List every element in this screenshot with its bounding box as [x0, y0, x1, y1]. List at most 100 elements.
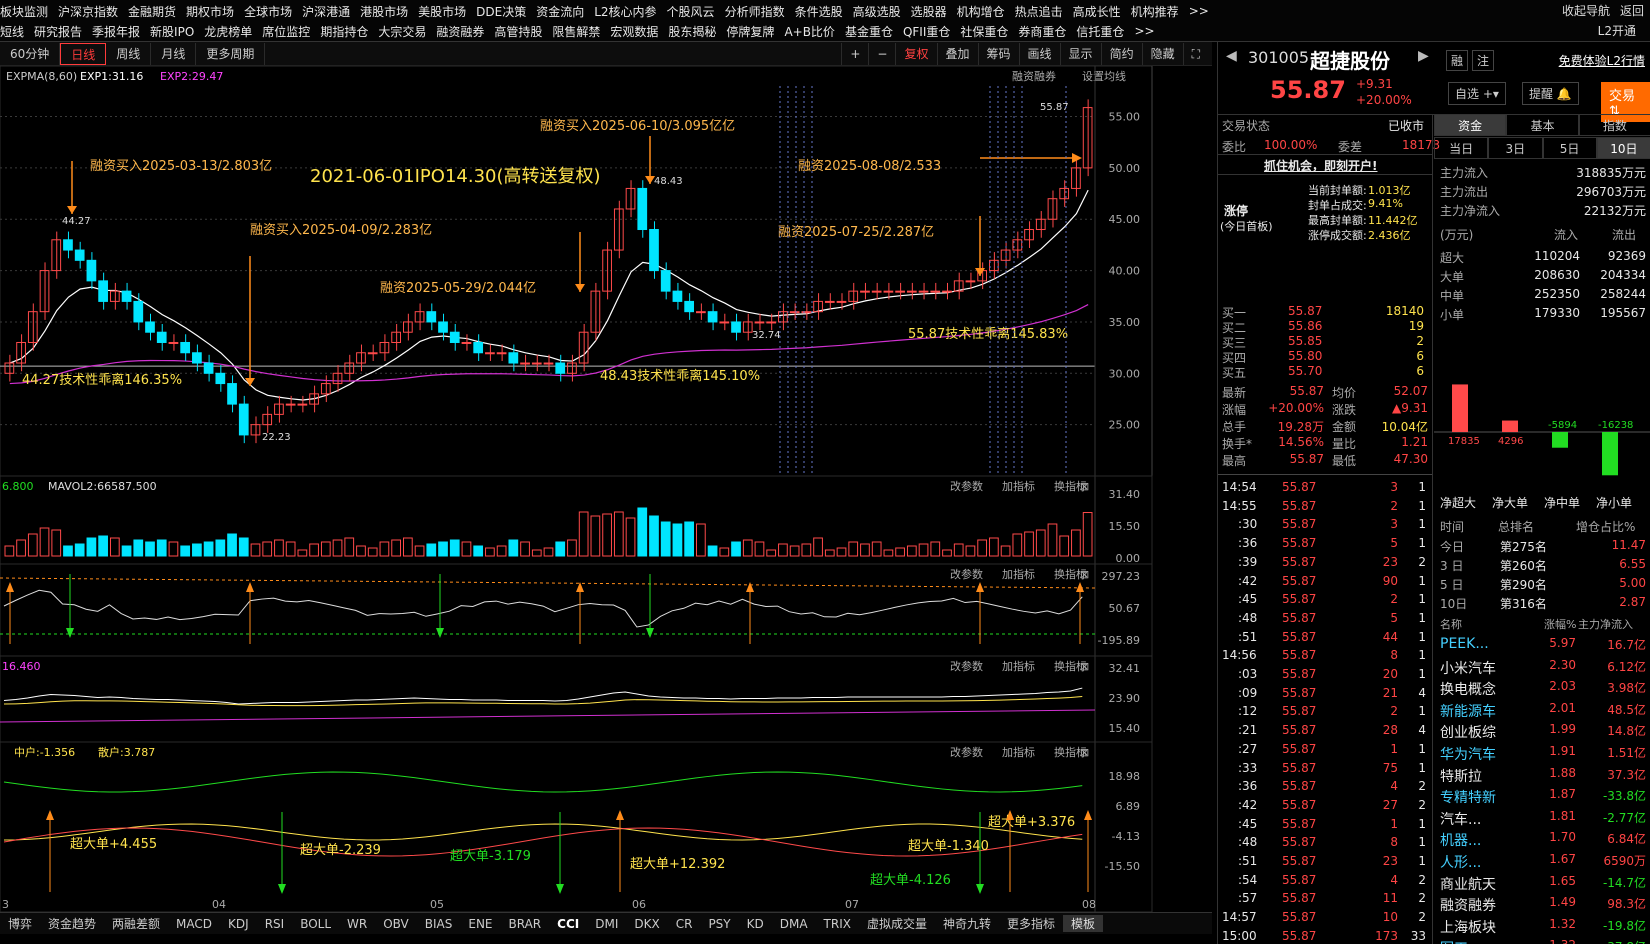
sector-name[interactable]: 换电概念 [1440, 679, 1496, 699]
ind4-tool[interactable]: 加指标 [1002, 745, 1035, 759]
open-account-link[interactable]: 抓住机会，即刻开户! [1264, 157, 1377, 174]
indicator-tab[interactable]: CR [668, 917, 701, 931]
indicator-tab[interactable]: OBV [375, 917, 417, 931]
nav-item[interactable]: 席位监控 [262, 23, 320, 40]
sector-name[interactable]: 汽车... [1440, 809, 1481, 829]
ind2-tool[interactable]: 加指标 [1002, 567, 1035, 581]
indicator-tab[interactable]: MACD [168, 917, 220, 931]
period-60min[interactable]: 60分钟 [0, 42, 61, 65]
vol-tool[interactable]: 改参数 [950, 479, 983, 493]
sector-name[interactable]: 特斯拉 [1440, 766, 1482, 786]
nav-item[interactable]: 新股IPO [150, 23, 204, 40]
indicator-tab[interactable]: 资金趋势 [40, 915, 104, 932]
free-l2-link[interactable]: 免费体验L2行情 [1559, 52, 1645, 69]
nav-item[interactable]: 期指持仓 [320, 23, 378, 40]
indicator-tab[interactable]: PSY [700, 917, 738, 931]
nav-item[interactable]: 港股市场 [360, 3, 418, 20]
indicator-tab[interactable]: RSI [257, 917, 293, 931]
nav-item[interactable]: 基金重仓 [845, 23, 903, 40]
chips-button[interactable]: 筹码 [977, 43, 1019, 65]
watchlist-button[interactable]: 自选 +▾ [1448, 82, 1506, 105]
nav-item[interactable]: 股东揭秘 [668, 23, 726, 40]
nav-item[interactable]: QFII重仓 [903, 23, 960, 40]
nav-item[interactable]: 美股市场 [418, 3, 476, 20]
margin-badge[interactable]: 融 [1446, 50, 1469, 71]
indicator-tab[interactable]: 博弈 [0, 915, 40, 932]
back-button[interactable]: 返回 [1620, 2, 1644, 19]
nav-item[interactable]: 热点追击 [1015, 3, 1073, 20]
nav-item[interactable]: 期权市场 [186, 3, 244, 20]
sector-name[interactable]: 创业板综 [1440, 722, 1496, 742]
fund-period[interactable]: 当日 [1434, 137, 1489, 159]
nav-item[interactable]: 停牌复牌 [726, 23, 784, 40]
nav-item[interactable]: 沪深港通 [302, 3, 360, 20]
nav-item[interactable]: L2核心内参 [594, 3, 666, 20]
nav-item[interactable]: >> [1189, 4, 1219, 18]
nav-item[interactable]: 季报年报 [92, 23, 150, 40]
adjust-button[interactable]: 复权 [895, 43, 936, 65]
period-weekly[interactable]: 周线 [106, 42, 152, 65]
close-panel-icon[interactable]: ⊠ [1080, 480, 1089, 493]
ind2-tool[interactable]: 改参数 [950, 567, 983, 581]
indicator-tab[interactable]: ENE [460, 917, 500, 931]
chart-svg[interactable]: EXPMA(8,60) EXP1:31.16 EXP2:29.47 融资融券 设… [0, 65, 1212, 913]
nav-item[interactable]: 研究报告 [34, 23, 92, 40]
indicator-tab[interactable]: 模板 [1063, 915, 1104, 932]
indicator-tab[interactable]: DMI [587, 917, 626, 931]
nav-item[interactable]: 大宗交易 [378, 23, 436, 40]
l2-open-link[interactable]: L2开通 [1598, 22, 1636, 39]
register-badge[interactable]: 注 [1472, 50, 1495, 71]
chart-area[interactable]: EXPMA(8,60) EXP1:31.16 EXP2:29.47 融资融券 设… [0, 65, 1212, 913]
nav-item[interactable]: 选股器 [911, 3, 957, 20]
indicator-tab[interactable]: 两融差额 [104, 915, 168, 932]
indicator-tab[interactable]: 虚拟成交量 [859, 915, 935, 932]
indicator-tab[interactable]: 神奇九转 [935, 915, 999, 932]
nav-item[interactable]: 条件选股 [795, 3, 853, 20]
nav-item[interactable]: 信托重仓 [1076, 23, 1134, 40]
nav-item[interactable]: 金融期货 [128, 3, 186, 20]
nav-item[interactable]: 分析师指数 [725, 3, 795, 20]
fund-tab[interactable]: 指数 [1578, 114, 1650, 136]
close-panel-icon[interactable]: ⊠ [1080, 660, 1089, 673]
ind4-tool[interactable]: 改参数 [950, 745, 983, 759]
nav-item[interactable]: DDE决策 [476, 3, 536, 20]
prev-stock-icon[interactable]: ◀ [1226, 48, 1237, 64]
alert-button[interactable]: 提醒 🔔 [1522, 82, 1579, 105]
sector-name[interactable]: 新能源车 [1440, 701, 1496, 721]
close-panel-icon[interactable]: ⊠ [1080, 568, 1089, 581]
sector-name[interactable]: 小米汽车 [1440, 658, 1496, 678]
nav-item[interactable]: 高成长性 [1073, 3, 1131, 20]
nav-item[interactable]: 宏观数据 [610, 23, 668, 40]
fund-period[interactable]: 10日 [1596, 137, 1650, 159]
sector-name[interactable]: 商业航天 [1440, 874, 1496, 894]
period-more[interactable]: 更多周期 [196, 42, 266, 65]
set-ma-link[interactable]: 设置均线 [1082, 69, 1126, 83]
indicator-tab[interactable]: BIAS [417, 917, 461, 931]
zoom-out-button[interactable]: − [868, 43, 895, 65]
sector-name[interactable]: 机器... [1440, 830, 1481, 850]
indicator-tab[interactable]: KDJ [220, 917, 257, 931]
nav-item[interactable]: 板块监测 [0, 3, 58, 20]
fund-tab[interactable]: 基本 [1506, 114, 1579, 136]
fullscreen-icon[interactable]: ⛶ [1182, 43, 1208, 65]
indicator-tab[interactable]: BOLL [292, 917, 339, 931]
sector-name[interactable]: 人形... [1440, 852, 1481, 872]
nav-item[interactable]: 高级选股 [853, 3, 911, 20]
margin-link[interactable]: 融资融券 [1012, 69, 1056, 83]
zoom-in-button[interactable]: + [841, 43, 868, 65]
ind3-tool[interactable]: 加指标 [1002, 659, 1035, 673]
nav-item[interactable]: 个股风云 [667, 3, 725, 20]
nav-item[interactable]: 机构推荐 [1131, 3, 1189, 20]
indicator-tab[interactable]: BRAR [501, 917, 550, 931]
draw-button[interactable]: 画线 [1018, 43, 1060, 65]
sector-name[interactable]: 上海板块 [1440, 917, 1496, 937]
period-monthly[interactable]: 月线 [151, 42, 197, 65]
display-button[interactable]: 显示 [1059, 43, 1101, 65]
sector-name[interactable]: 军工 [1440, 938, 1468, 944]
nav-item[interactable]: 融资融券 [436, 23, 494, 40]
fund-period[interactable]: 5日 [1542, 137, 1597, 159]
next-stock-icon[interactable]: ▶ [1418, 48, 1429, 64]
sector-name[interactable]: 专精特新 [1440, 787, 1496, 807]
indicator-tab[interactable]: CCI [549, 917, 587, 931]
ind3-tool[interactable]: 改参数 [950, 659, 983, 673]
